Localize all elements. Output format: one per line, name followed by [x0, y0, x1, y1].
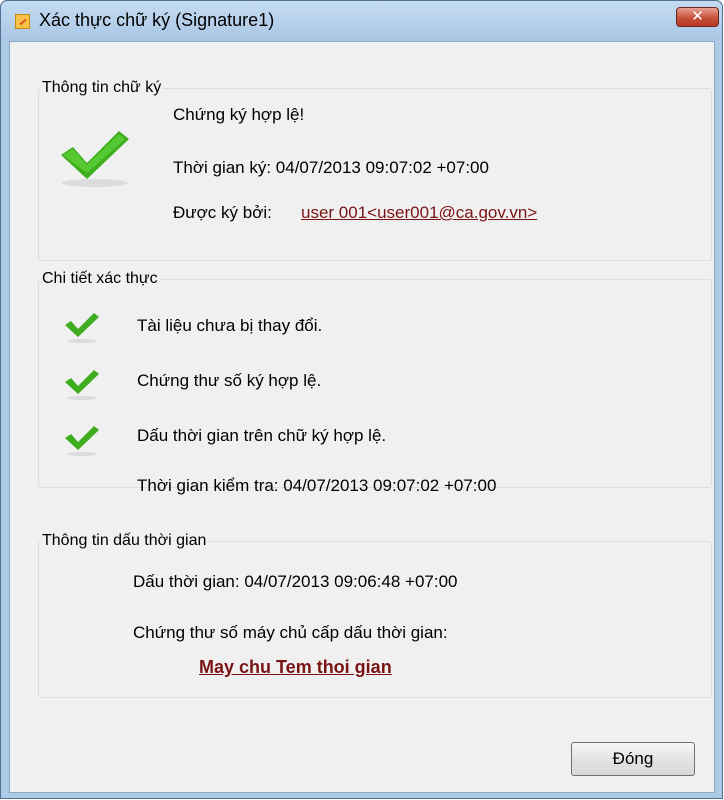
- check-icon: [61, 131, 129, 187]
- tsa-cert-label: Chứng thư số máy chủ cấp dấu thời gian:: [133, 623, 448, 642]
- timestamp-info-group: Thông tin dấu thời gian Dấu thời gian: 0…: [38, 532, 712, 698]
- signature-status-text: Chứng ký hợp lệ!: [173, 105, 305, 124]
- window-close-button[interactable]: ✕: [676, 7, 719, 27]
- dialog-window: Xác thực chữ ký (Signature1) ✕ Thông tin…: [0, 0, 723, 799]
- verification-details-group: Chi tiết xác thực Tài liệu chưa bị thay …: [38, 270, 712, 495]
- signed-time-text: Thời gian ký: 04/07/2013 09:07:02 +07:00: [173, 158, 489, 177]
- signature-info-group: Thông tin chữ ký Chứng ký hợp lệ! Thời g…: [38, 79, 712, 261]
- dialog-body: Thông tin chữ ký Chứng ký hợp lệ! Thời g…: [9, 41, 715, 793]
- verification-item-text: Dấu thời gian trên chữ ký hợp lệ.: [137, 426, 387, 445]
- tsa-link[interactable]: May chu Tem thoi gian: [199, 657, 392, 678]
- close-button[interactable]: Đóng: [571, 742, 695, 776]
- check-icon: [65, 426, 99, 456]
- timestamp-info-legend: Thông tin dấu thời gian: [42, 532, 207, 549]
- verification-item-text: Chứng thư số ký hợp lệ.: [137, 371, 322, 390]
- check-time-text: Thời gian kiểm tra: 04/07/2013 09:07:02 …: [137, 476, 497, 495]
- timestamp-text: Dấu thời gian: 04/07/2013 09:06:48 +07:0…: [133, 572, 458, 591]
- check-icon: [65, 313, 99, 343]
- signature-app-icon: [15, 14, 30, 29]
- signer-link[interactable]: user 001<user001@ca.gov.vn>: [301, 203, 537, 223]
- signed-by-label: Được ký bởi:: [173, 203, 272, 222]
- title-bar[interactable]: Xác thực chữ ký (Signature1) ✕: [1, 1, 722, 41]
- check-icon: [65, 370, 99, 400]
- signature-info-legend: Thông tin chữ ký: [42, 79, 162, 96]
- verification-details-legend: Chi tiết xác thực: [42, 270, 158, 287]
- window-title: Xác thực chữ ký (Signature1): [39, 10, 275, 30]
- verification-item-text: Tài liệu chưa bị thay đổi.: [137, 316, 323, 335]
